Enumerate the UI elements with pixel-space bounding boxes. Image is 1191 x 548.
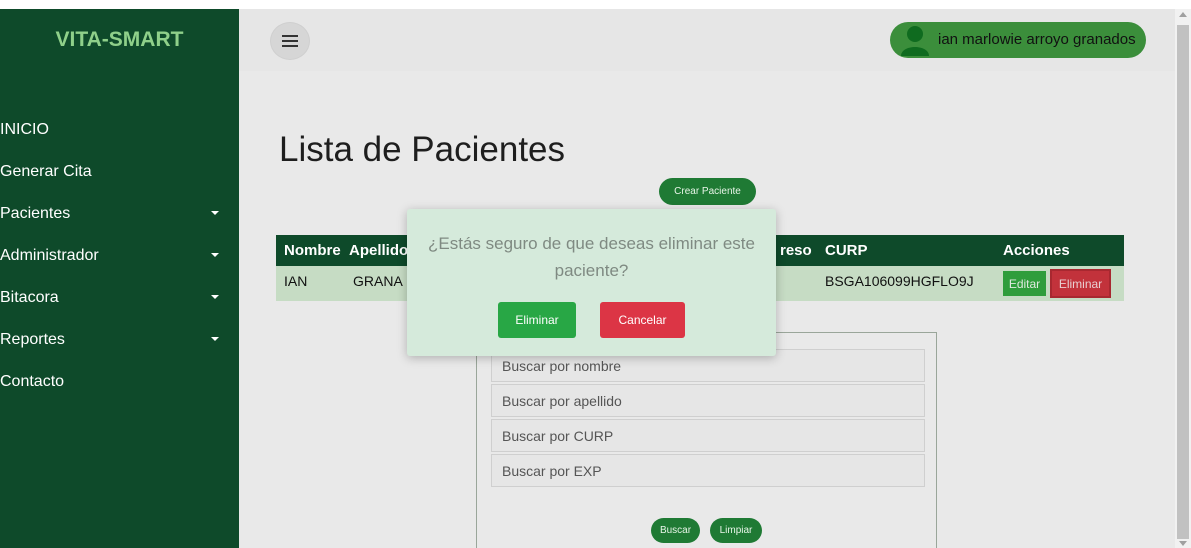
sidebar-item-label: Pacientes	[0, 205, 71, 222]
cell-nombre: IAN	[284, 272, 308, 289]
create-patient-button[interactable]: Crear Paciente	[659, 178, 756, 205]
sidebar-item-label: INICIO	[0, 121, 49, 138]
sidebar-nav: INICIO Generar Cita Pacientes Administra…	[0, 109, 239, 403]
caret-down-icon	[211, 295, 219, 299]
brand-logo-text[interactable]: VITA-SMART	[0, 9, 239, 71]
caret-down-icon	[211, 211, 219, 215]
delete-confirm-dialog: ¿Estás seguro de que deseas eliminar est…	[407, 209, 776, 356]
sidebar-item-label: Reportes	[0, 331, 65, 348]
sidebar-item-reportes[interactable]: Reportes	[0, 319, 239, 361]
page-title: Lista de Pacientes	[279, 130, 566, 169]
clear-button[interactable]: Limpiar	[710, 518, 762, 543]
scrollbar-thumb[interactable]	[1177, 25, 1189, 539]
user-avatar-icon	[901, 26, 929, 56]
search-panel: Buscar por nombre Buscar por apellido Bu…	[476, 332, 937, 548]
sidebar-item-inicio[interactable]: INICIO	[0, 109, 239, 151]
sidebar-item-label: Generar Cita	[0, 163, 92, 180]
sidebar-item-administrador[interactable]: Administrador	[0, 235, 239, 277]
confirm-delete-button[interactable]: Eliminar	[498, 302, 576, 338]
cell-curp: BSGA106099HGFLO9J	[825, 272, 974, 289]
column-header-acciones: Acciones	[1003, 242, 1070, 259]
search-apellido-input[interactable]: Buscar por apellido	[491, 384, 925, 417]
menu-toggle-button[interactable]	[270, 22, 310, 60]
sidebar-item-label: Contacto	[0, 373, 65, 390]
scroll-down-arrow-icon[interactable]	[1179, 541, 1187, 546]
edit-button[interactable]: Editar	[1003, 271, 1046, 296]
search-curp-input[interactable]: Buscar por CURP	[491, 419, 925, 452]
column-header-nombre[interactable]: Nombre	[284, 235, 341, 266]
caret-down-icon	[211, 337, 219, 341]
sidebar-item-contacto[interactable]: Contacto	[0, 361, 239, 403]
top-bar: ian marlowie arroyo granados	[239, 9, 1175, 71]
column-header-apellido[interactable]: Apellido	[349, 235, 408, 266]
search-button[interactable]: Buscar	[651, 518, 700, 543]
window-top-strip	[0, 0, 1191, 9]
user-name: ian marlowie arroyo granados	[938, 31, 1136, 48]
delete-button[interactable]: Eliminar	[1050, 269, 1111, 298]
sidebar-item-label: Administrador	[0, 247, 99, 264]
column-header-ingreso[interactable]: reso	[780, 235, 812, 266]
cancel-button[interactable]: Cancelar	[600, 302, 685, 338]
column-header-curp[interactable]: CURP	[825, 235, 868, 266]
sidebar-item-pacientes[interactable]: Pacientes	[0, 193, 239, 235]
sidebar-item-generar-cita[interactable]: Generar Cita	[0, 151, 239, 193]
scroll-up-arrow-icon[interactable]	[1179, 12, 1187, 17]
sidebar-item-bitacora[interactable]: Bitacora	[0, 277, 239, 319]
hamburger-menu-icon	[282, 35, 298, 47]
caret-down-icon	[211, 253, 219, 257]
search-exp-input[interactable]: Buscar por EXP	[491, 454, 925, 487]
dialog-message: ¿Estás seguro de que deseas eliminar est…	[428, 234, 755, 280]
user-menu-button[interactable]: ian marlowie arroyo granados	[890, 22, 1146, 58]
sidebar: VITA-SMART INICIO Generar Cita Pacientes…	[0, 9, 239, 548]
page-scrollbar[interactable]	[1175, 9, 1191, 548]
sidebar-item-label: Bitacora	[0, 289, 59, 306]
cell-apellido: GRANA	[353, 272, 403, 289]
